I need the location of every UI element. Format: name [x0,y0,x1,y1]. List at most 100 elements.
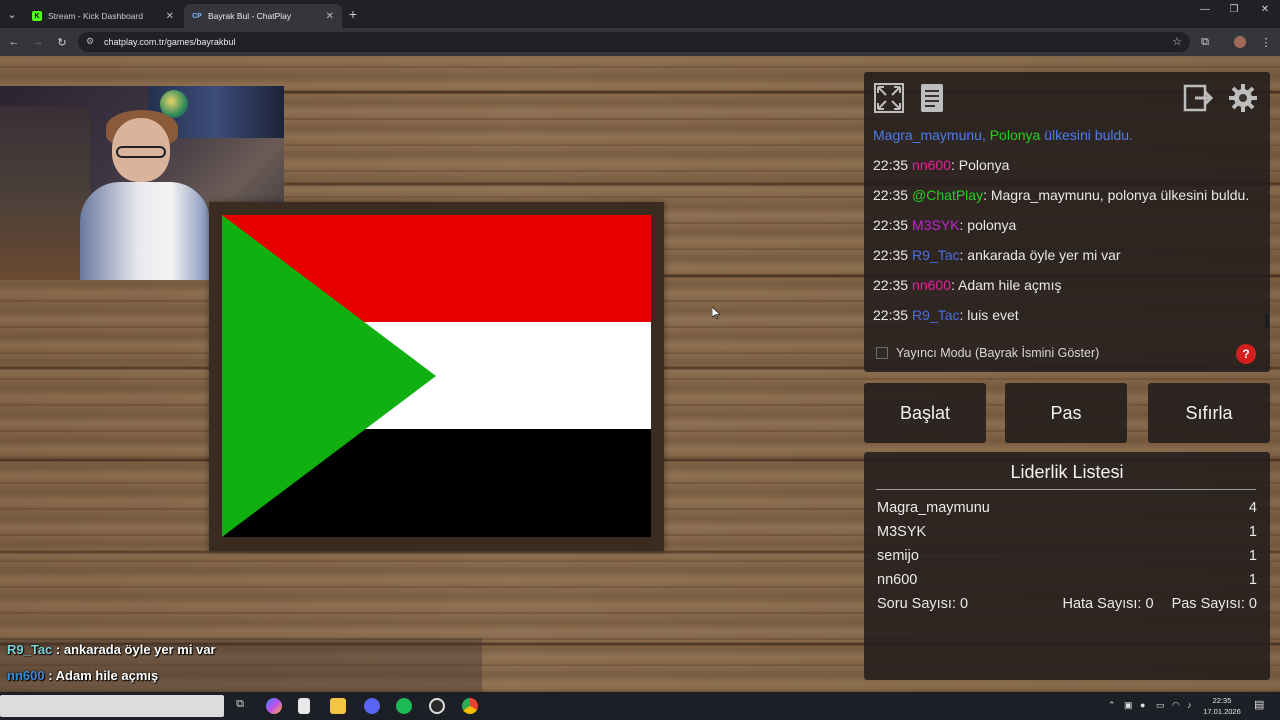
copilot-icon[interactable] [266,698,282,714]
tab-kick-dashboard[interactable]: K Stream - Kick Dashboard ✕ [24,4,182,28]
leaderboard-title: Liderlik Listesi [1010,462,1124,482]
browser-tab-strip: ⌄ K Stream - Kick Dashboard ✕ CP Bayrak … [0,0,1280,28]
message-text: : ankarada öyle yer mi var [959,247,1121,263]
bookmark-star-icon[interactable]: ☆ [1172,35,1182,48]
close-tab-icon[interactable]: ✕ [166,11,174,22]
chat-message: 22:35 nn600: Adam hile açmış [873,270,1263,300]
message-user: @ChatPlay [912,187,984,203]
leaderboard-name: nn600 [877,572,918,588]
message-time: 22:35 [873,247,909,263]
leaderboard-score: 1 [1248,548,1257,564]
windows-taskbar: ⧉ ⌃ ▣ ● ▭ ◠ ♪ 22:35 17.01.2026 ▤ [0,692,1280,720]
chat-panel: Magra_maymunu, Polonya ülkesini buldu. 2… [864,72,1270,372]
fullscreen-icon[interactable] [871,80,907,116]
error-count: Hata Sayısı: 0 [1062,596,1154,612]
message-time: 22:35 [873,187,909,203]
leaderboard-name: M3SYK [877,524,927,540]
system-message-text: ülkesini buldu. [1044,127,1133,143]
restore-icon[interactable]: ❐ [1219,4,1249,15]
tray-wifi-icon[interactable]: ◠ [1172,700,1180,711]
chat-message: 22:35 @ChatPlay: Magra_maymunu, polonya ü… [873,180,1263,210]
overlay-chat-line: R9_Tac : ankarada öyle yer mi var [7,642,216,657]
site-info-icon[interactable]: ⚙ [86,36,98,48]
message-user: M3SYK [912,217,960,233]
message-time: 22:35 [873,277,909,293]
message-time: 22:35 [873,217,909,233]
url-text: chatplay.com.tr/games/bayrakbul [104,37,236,47]
tab-title: Stream - Kick Dashboard [48,11,143,21]
chrome-icon[interactable] [462,698,478,714]
forward-icon[interactable]: → [30,34,46,50]
close-window-icon[interactable]: ✕ [1250,4,1280,15]
taskbar-search-box[interactable] [0,695,224,717]
clock-date: 17.01.2026 [1203,707,1241,716]
reload-icon[interactable]: ↻ [54,34,70,50]
file-explorer-icon[interactable] [330,698,346,714]
spotify-icon[interactable] [396,698,412,714]
close-tab-icon[interactable]: ✕ [326,11,334,22]
tab-bayrak-bul[interactable]: CP Bayrak Bul - ChatPlay ✕ [184,4,342,28]
message-text: : Adam hile açmış [950,277,1062,293]
discord-icon[interactable] [364,698,380,714]
leaderboard-score: 4 [1248,500,1257,516]
start-button[interactable]: Başlat [864,383,986,443]
tray-display-icon[interactable]: ▭ [1156,700,1165,711]
profile-avatar[interactable] [1232,34,1248,50]
tray-chevron-icon[interactable]: ⌃ [1108,700,1116,711]
clock-time: 22:35 [1212,696,1232,705]
tab-search-icon[interactable]: ⌄ [4,6,20,22]
overlay-chat-text: : ankarada öyle yer mi var [52,642,216,657]
streamer-mode-checkbox[interactable] [876,347,888,359]
system-message: Magra_maymunu, Polonya ülkesini buldu. [873,127,1133,143]
message-text: : luis evet [959,307,1019,323]
chat-message: 22:35 M3SYK: polonya [873,210,1263,240]
exit-icon[interactable] [1181,80,1217,116]
tray-mic-icon[interactable]: ● [1140,700,1145,710]
message-text: : Magra_maymunu, polonya ülkesini buldu. [983,187,1250,203]
pass-button[interactable]: Pas [1005,383,1127,443]
message-time: 22:35 [873,307,909,323]
overlay-chat-user: R9_Tac [7,642,53,657]
back-icon[interactable]: ← [6,34,22,50]
message-user: nn600 [912,277,951,293]
pass-count: Pas Sayısı: 0 [1171,596,1257,612]
document-list-icon[interactable] [914,80,950,116]
person-glasses [116,146,166,158]
chatplay-favicon-icon: CP [192,11,202,21]
reset-button[interactable]: Sıfırla [1148,383,1270,443]
chat-message-list: Magra_maymunu, Polonya ülkesini buldu. 2… [873,124,1263,324]
game-page: Magra_maymunu, Polonya ülkesini buldu. 2… [0,56,1280,692]
chat-scrollbar[interactable] [1265,314,1269,328]
tab-title: Bayrak Bul - ChatPlay [208,11,292,21]
taskbar-clock[interactable]: 22:35 17.01.2026 [1200,695,1244,717]
browser-menu-icon[interactable]: ⋮ [1258,34,1274,50]
help-button[interactable]: ? [1236,344,1256,364]
leaderboard-name: Magra_maymunu [877,500,990,516]
message-user: R9_Tac [912,247,960,263]
mouse-cursor-icon [712,307,720,319]
extensions-icon[interactable]: ⧉ [1197,34,1213,50]
streamer-mode-toggle[interactable]: Yayıncı Modu (Bayrak İsmini Göster) [876,346,1099,360]
tray-volume-icon[interactable]: ♪ [1187,700,1192,710]
message-user: nn600 [912,157,951,173]
url-input[interactable]: ⚙ chatplay.com.tr/games/bayrakbul ☆ [78,32,1190,52]
question-count: Soru Sayısı: 0 [877,596,969,612]
message-time: 22:35 [873,157,909,173]
settings-gear-icon[interactable] [1225,80,1261,116]
leaderboard-stats: Soru Sayısı: 0 Hata Sayısı: 0 Pas Sayısı… [877,592,1257,616]
notification-icon[interactable]: ▤ [1254,698,1264,711]
leaderboard-panel: Liderlik Listesi Magra_maymunu 4 M3SYK 1… [864,452,1270,680]
streamer-mode-label: Yayıncı Modu (Bayrak İsmini Göster) [896,346,1100,360]
message-text: : Polonya [950,157,1010,173]
flag-image [222,215,651,537]
obs-icon[interactable] [429,698,445,714]
chat-message: 22:35 R9_Tac: ankarada öyle yer mi var [873,240,1263,270]
new-tab-icon[interactable]: + [345,6,361,22]
tray-network-icon[interactable]: ▣ [1124,700,1133,711]
system-message-user: Magra_maymunu [873,127,982,143]
person-body [80,182,210,280]
overlay-chat-text: : Adam hile açmış [44,668,159,683]
task-view-icon[interactable]: ⧉ [232,698,248,714]
minimize-icon[interactable]: — [1190,4,1220,15]
notepad-icon[interactable] [298,698,310,714]
